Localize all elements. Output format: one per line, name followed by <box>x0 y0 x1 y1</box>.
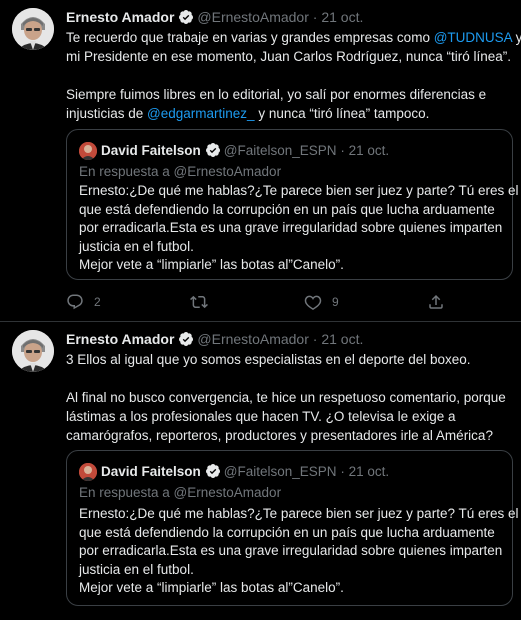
author-handle[interactable]: @ErnestoAmador <box>197 9 308 25</box>
like-button[interactable]: 9 <box>304 292 339 312</box>
text-line: 3 Ellos al igual que yo somos especialis… <box>66 352 471 367</box>
quoted-avatar <box>79 142 97 160</box>
quoted-timestamp: 21 oct. <box>348 464 390 479</box>
author-name[interactable]: Ernesto Amador <box>66 9 174 25</box>
text-line: que está defendiendo la corrupción en un… <box>79 524 495 540</box>
text-segment: Te recuerdo que trabaje en varias y gran… <box>66 30 434 45</box>
mention-link[interactable]: @TUDNUSA <box>434 30 512 45</box>
quoted-avatar <box>79 463 97 481</box>
action-bar: 2 9 <box>66 292 486 312</box>
separator-dot: · <box>312 9 318 25</box>
text-line: lástimas a los profesionales que hacen T… <box>66 409 456 424</box>
text-line: justicia en el futbol. <box>79 238 194 254</box>
reply-button[interactable]: 2 <box>66 292 101 312</box>
text-line: por erradicarla.Esta es una grave irregu… <box>79 220 503 235</box>
tweet-header: Ernesto Amador @ErnestoAmador · 21 oct. <box>66 9 363 26</box>
separator-dot: · <box>340 464 345 479</box>
quoted-tweet[interactable]: David Faitelson @Faitelson_ESPN · 21 oct.… <box>66 450 519 606</box>
tweet-header: Ernesto Amador @ErnestoAmador · 21 oct. <box>66 331 363 348</box>
text-line: Mejor vete a “limpiarle” las botas al”Ca… <box>79 580 344 595</box>
quoted-text: Ernesto:¿De qué me hablas?¿Te parece bie… <box>79 505 519 598</box>
share-icon <box>429 294 443 309</box>
separator-dot: · <box>340 143 345 158</box>
quoted-timestamp: 21 oct. <box>348 143 390 158</box>
text-line: Ernesto:¿De qué me hablas?¿Te parece bie… <box>79 506 519 521</box>
quoted-text: Ernesto:¿De qué me hablas?¿Te parece bie… <box>79 182 519 275</box>
retweet-icon <box>190 295 208 309</box>
text-line: justicia en el futbol. <box>79 561 194 577</box>
verified-badge-icon <box>179 332 194 346</box>
reply-icon <box>67 294 83 310</box>
text-line: Ernesto:¿De qué me hablas?¿Te parece bie… <box>79 183 519 198</box>
reply-context: En respuesta a @ErnestoAmador <box>79 164 282 179</box>
quoted-tweet[interactable]: David Faitelson @Faitelson_ESPN · 21 oct.… <box>66 129 519 280</box>
text-line: Mejor vete a “limpiarle” las botas al”Ca… <box>79 257 344 272</box>
quoted-author-name: David Faitelson <box>101 143 201 158</box>
reply-count: 2 <box>94 295 101 309</box>
text-line: camarógrafos, reporteros, productores y … <box>66 428 493 443</box>
tweet-text: 3 Ellos al igual que yo somos especialis… <box>66 350 512 445</box>
like-icon <box>304 295 322 310</box>
share-button[interactable] <box>427 292 445 312</box>
verified-badge-icon <box>205 143 220 157</box>
text-line: por erradicarla.Esta es una grave irregu… <box>79 543 503 558</box>
quoted-header: David Faitelson @Faitelson_ESPN · 21 oct. <box>101 463 389 481</box>
avatar[interactable] <box>12 8 54 50</box>
tweet[interactable]: Ernesto Amador @ErnestoAmador · 21 oct. T… <box>0 0 521 322</box>
reply-context: En respuesta a @ErnestoAmador <box>79 485 282 500</box>
text-segment: injusticias de <box>66 106 148 121</box>
author-handle[interactable]: @ErnestoAmador <box>197 331 308 347</box>
text-line: Te recuerdo que trabaje en varias y gran… <box>66 28 521 47</box>
timestamp[interactable]: 21 oct. <box>321 9 363 25</box>
quoted-header: David Faitelson @Faitelson_ESPN · 21 oct. <box>101 142 389 160</box>
text-segment: y <box>515 30 521 45</box>
retweet-button[interactable] <box>190 292 208 312</box>
text-line: injusticias de @edgarmartinez_ y nunca “… <box>66 104 512 123</box>
quoted-author-name: David Faitelson <box>101 464 201 479</box>
avatar[interactable] <box>12 330 54 372</box>
tweet[interactable]: Ernesto Amador @ErnestoAmador · 21 oct. 3… <box>0 322 521 620</box>
author-name[interactable]: Ernesto Amador <box>66 331 174 347</box>
verified-badge-icon <box>205 464 220 478</box>
text-line: Al final no busco convergencia, te hice … <box>66 390 506 405</box>
tweet-text: Te recuerdo que trabaje en varias y gran… <box>66 28 521 123</box>
like-count: 9 <box>332 295 339 309</box>
mention-link[interactable]: @edgarmartinez_ <box>147 106 255 121</box>
text-line: mi Presidente en ese momento, Juan Carlo… <box>66 49 511 64</box>
verified-badge-icon <box>179 10 194 24</box>
quoted-handle: @Faitelson_ESPN <box>223 143 337 158</box>
text-line: que está defendiendo la corrupción en un… <box>79 201 495 217</box>
separator-dot: · <box>312 331 318 347</box>
quoted-handle: @Faitelson_ESPN <box>223 464 337 479</box>
text-line: Siempre fuimos libres en lo editorial, y… <box>66 87 487 102</box>
timestamp[interactable]: 21 oct. <box>321 331 363 347</box>
text-segment: y nunca “tiró línea” tampoco. <box>254 106 430 121</box>
